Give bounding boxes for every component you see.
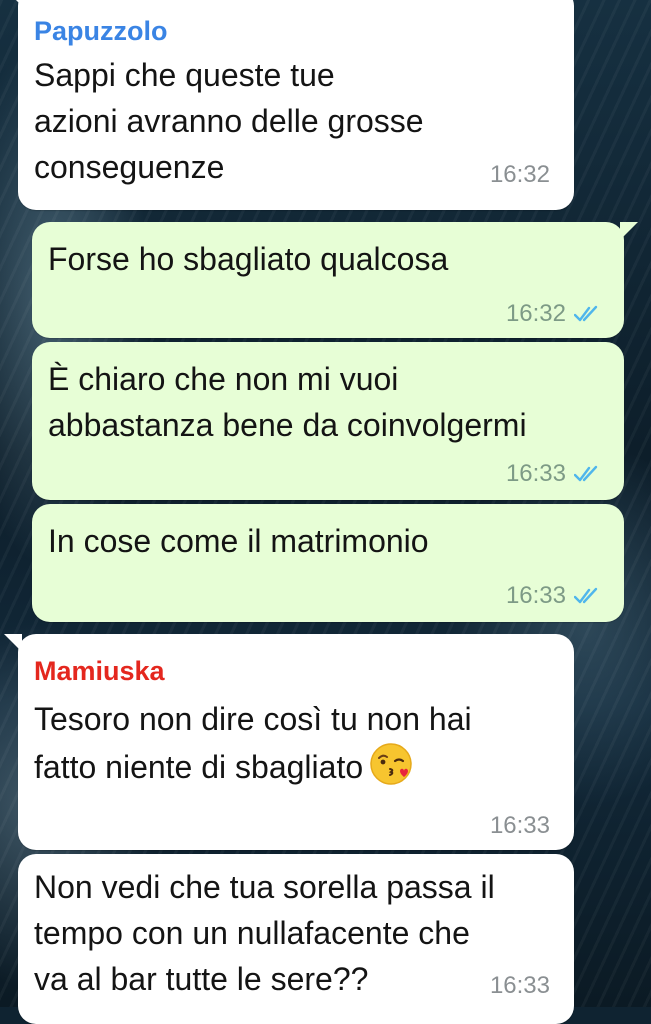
message-time: 16:32 [489, 161, 550, 188]
message-time: 16:33 [505, 460, 566, 487]
double-check-read-icon [574, 587, 598, 604]
message-bubble-incoming[interactable]: Mamiuska Tesoro non dire così tu non hai… [4, 634, 574, 850]
message-meta: 16:32 [490, 161, 550, 189]
message-bubble-outgoing[interactable]: In cose come il matrimonio 16:33 [32, 504, 624, 622]
message-meta: 16:33 [506, 460, 600, 488]
sender-name[interactable]: Mamiuska [34, 656, 165, 687]
message-meta: 16:32 [506, 300, 600, 328]
message-text: Forse ho sbagliato qualcosa [48, 241, 449, 277]
face-blowing-a-kiss-icon [370, 743, 412, 785]
message-meta: 16:33 [490, 812, 550, 840]
message-time: 16:33 [489, 972, 550, 999]
message-bubble-incoming[interactable]: Papuzzolo Sappi che queste tue azioni av… [4, 0, 574, 210]
message-time: 16:33 [505, 582, 566, 609]
message-meta: 16:33 [490, 972, 550, 1000]
double-check-read-icon [574, 465, 598, 482]
message-time: 16:33 [489, 812, 550, 839]
message-time: 16:32 [505, 300, 566, 327]
message-text: È chiaro che non mi vuoi abbastanza bene… [48, 361, 527, 443]
message-text: Sappi che queste tue azioni avranno dell… [34, 57, 424, 185]
message-bubble-outgoing[interactable]: Forse ho sbagliato qualcosa 16:32 [32, 222, 638, 338]
message-bubble-incoming[interactable]: Non vedi che tua sorella passa il tempo … [18, 854, 574, 1024]
message-text: Tesoro non dire così tu non hai fatto ni… [34, 696, 472, 790]
double-check-read-icon [574, 305, 598, 322]
message-meta: 16:33 [506, 582, 600, 610]
sender-name[interactable]: Papuzzolo [34, 16, 168, 47]
message-bubble-outgoing[interactable]: È chiaro che non mi vuoi abbastanza bene… [32, 342, 624, 500]
message-text: In cose come il matrimonio [48, 523, 429, 559]
message-text: Non vedi che tua sorella passa il tempo … [34, 869, 495, 997]
